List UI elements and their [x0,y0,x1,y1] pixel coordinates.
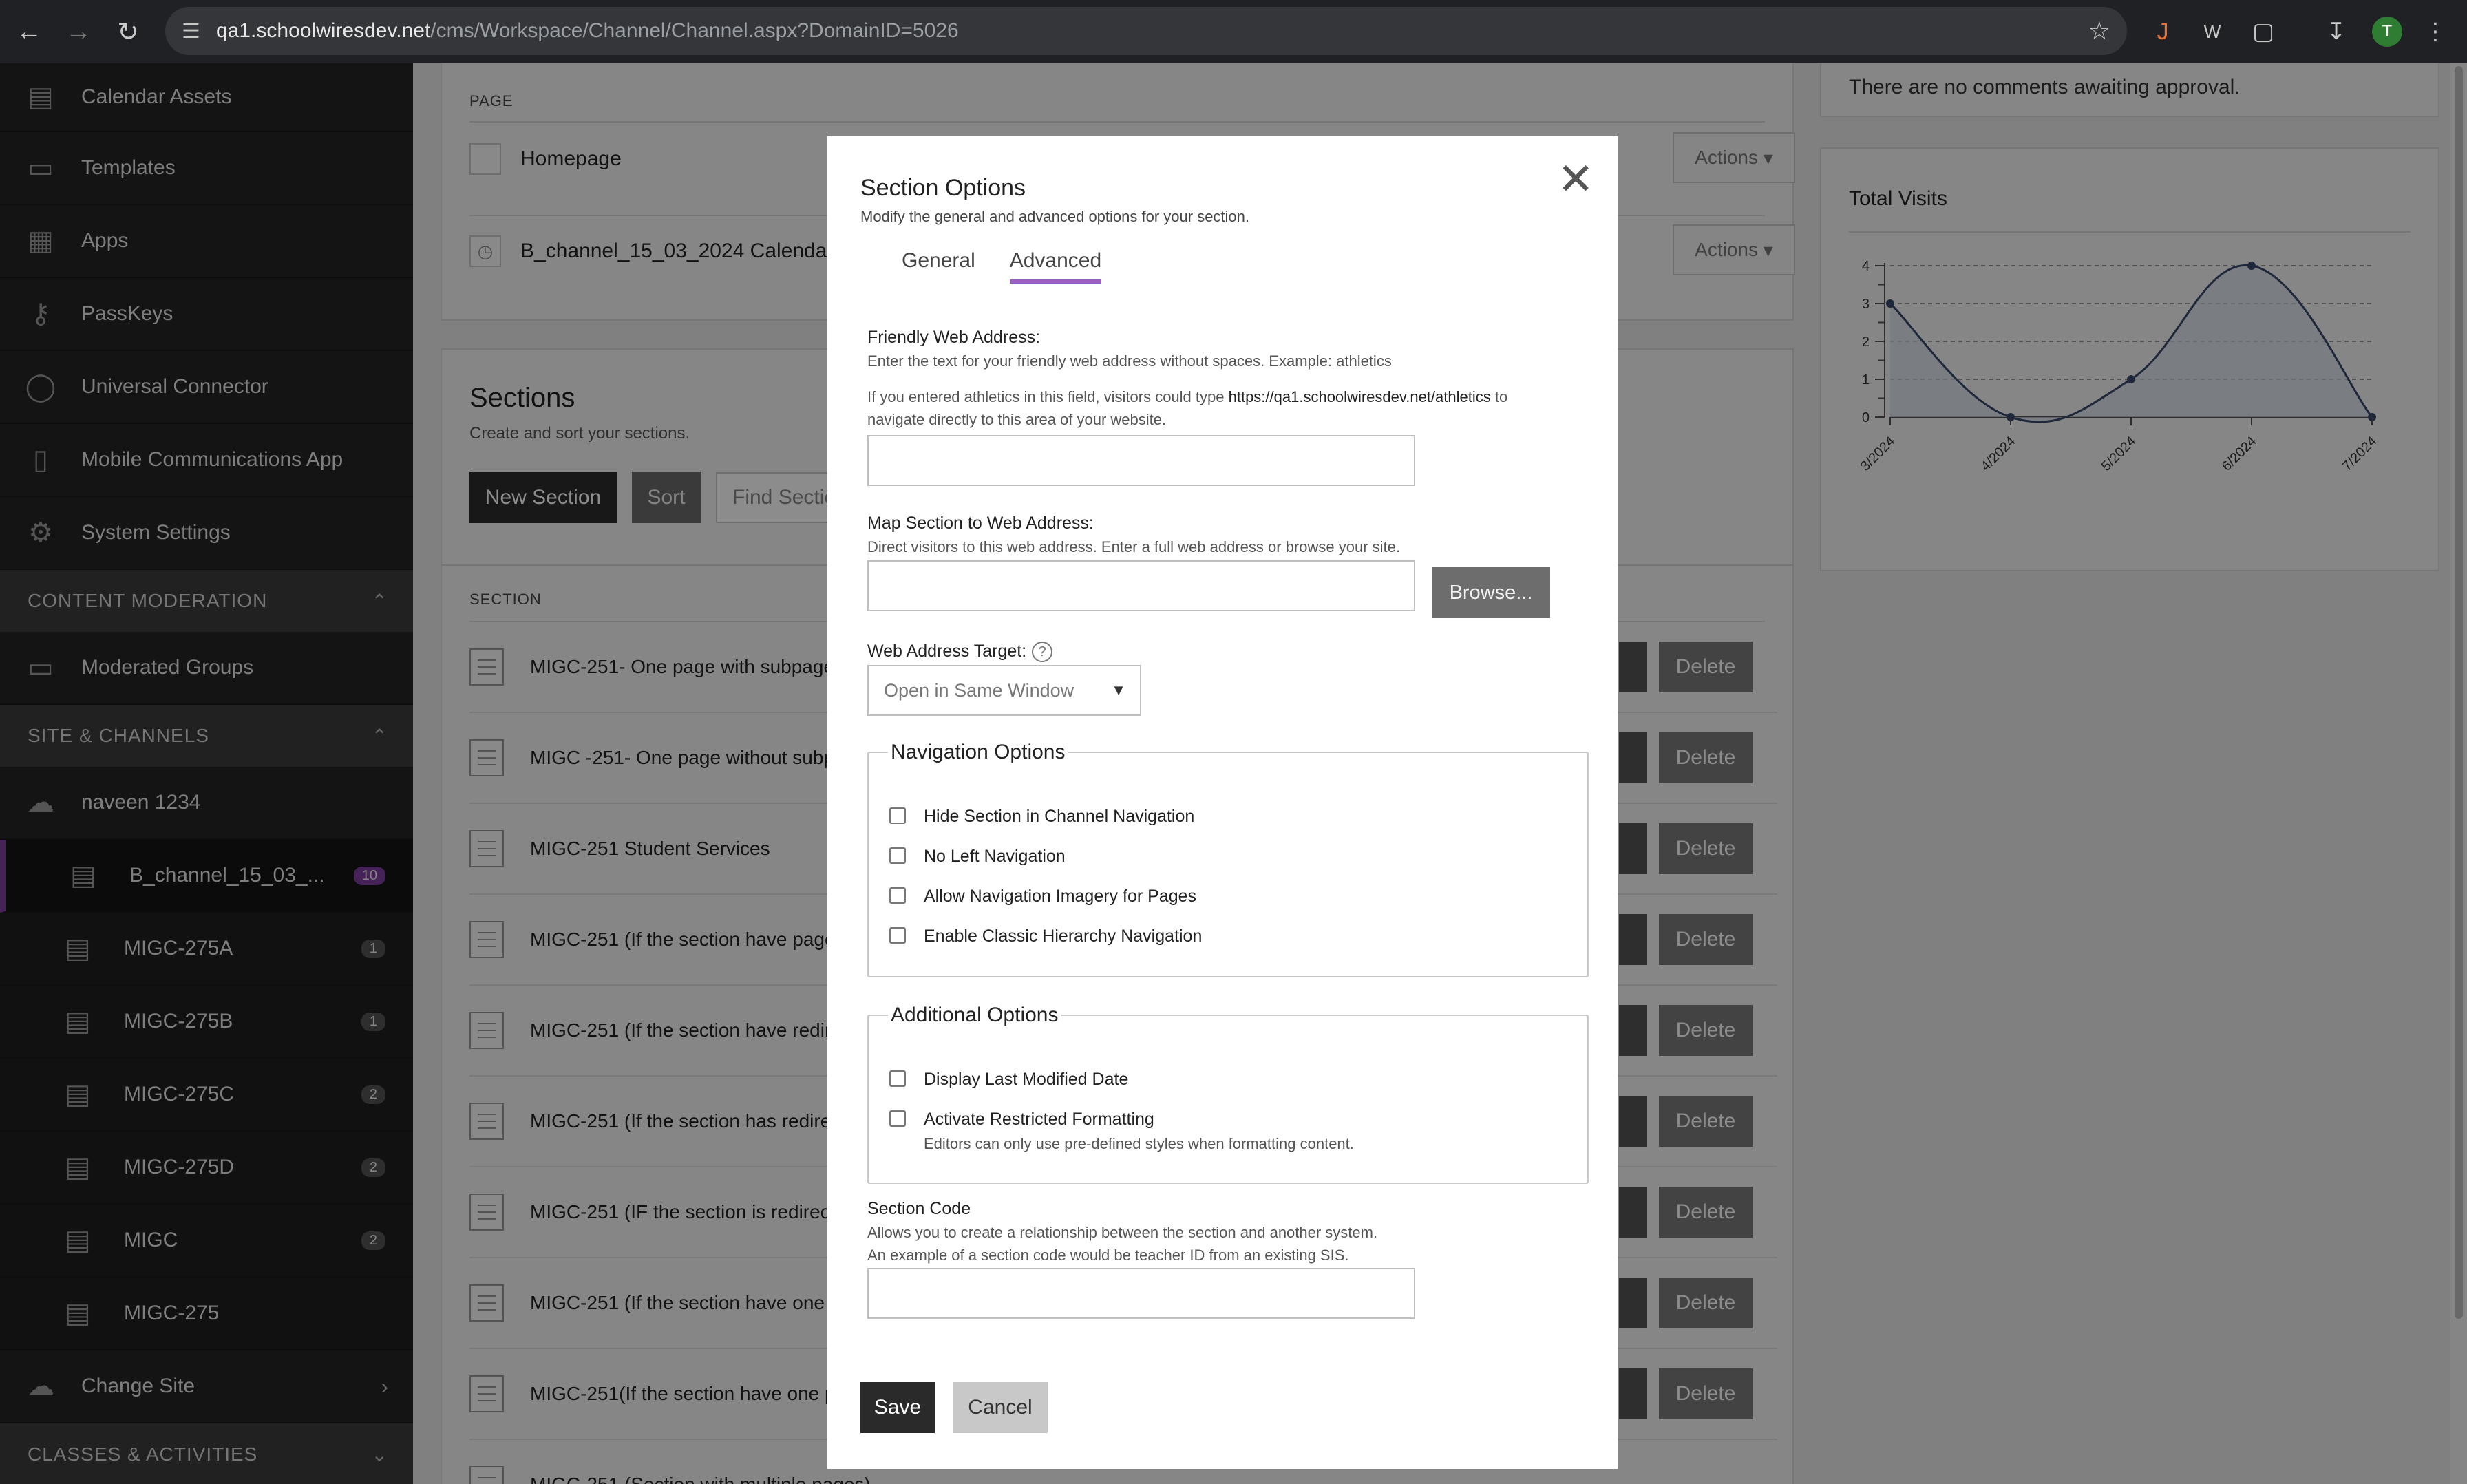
section-options-dialog: ✕ Section Options Modify the general and… [827,136,1618,1469]
back-icon[interactable]: ← [8,11,50,52]
save-button[interactable]: Save [860,1382,935,1433]
site-info-icon[interactable]: ☰ [182,19,216,43]
additional-options-legend: Additional Options [891,1004,1059,1026]
dialog-subtitle: Modify the general and advanced options … [860,208,1250,225]
url-text: qa1.schoolwiresdev.net/cms/Workspace/Cha… [216,19,959,42]
restricted-formatting-option[interactable]: Activate Restricted Formatting Editors ca… [889,1110,1354,1153]
friendly-address-help: Enter the text for your friendly web add… [867,352,1392,370]
classic-hierarchy-option[interactable]: Enable Classic Hierarchy Navigation [889,926,1202,946]
web-address-target-select[interactable]: Open in Same Window ▼ [867,665,1141,716]
tab-general[interactable]: General [902,249,975,284]
section-code-help: Allows you to create a relationship betw… [867,1224,1378,1264]
option-description: Editors can only use pre-defined styles … [924,1135,1354,1152]
last-modified-option[interactable]: Display Last Modified Date [889,1070,1128,1090]
dialog-title: Section Options [860,175,1026,201]
navigation-options-legend: Navigation Options [891,741,1066,763]
section-code-label: Section Code [867,1199,971,1218]
profile-avatar[interactable]: T [2368,12,2406,51]
option-label: Enable Classic Hierarchy Navigation [924,926,1203,946]
additional-options-group: Additional Options Display Last Modified… [867,1004,1589,1184]
help-icon[interactable]: ? [1032,642,1053,663]
nav-imagery-checkbox[interactable] [889,887,906,904]
bookmark-star-icon[interactable]: ☆ [2088,17,2110,45]
friendly-address-input[interactable] [867,435,1415,486]
reload-icon[interactable]: ↻ [107,11,149,52]
caret-down-icon: ▼ [1111,681,1126,699]
map-address-input[interactable] [867,560,1415,611]
browse-button[interactable]: Browse... [1432,567,1550,618]
section-code-input[interactable] [867,1268,1415,1319]
friendly-address-label: Friendly Web Address: [867,328,1041,347]
hide-section-option[interactable]: Hide Section in Channel Navigation [889,807,1194,827]
option-label: Display Last Modified Date [924,1070,1129,1089]
close-icon[interactable]: ✕ [1557,157,1594,201]
option-label: Allow Navigation Imagery for Pages [924,887,1197,906]
extension-j-icon[interactable]: J [2143,12,2182,51]
nav-imagery-option[interactable]: Allow Navigation Imagery for Pages [889,887,1196,907]
download-icon[interactable]: ↧ [2317,12,2355,51]
no-left-nav-checkbox[interactable] [889,847,906,864]
map-address-help: Direct visitors to this web address. Ent… [867,538,1400,555]
restricted-formatting-checkbox[interactable] [889,1110,906,1127]
navigation-options-group: Navigation Options Hide Section in Chann… [867,741,1589,977]
select-value: Open in Same Window [884,679,1074,701]
extension-w-icon[interactable]: W [2193,12,2232,51]
web-address-target-label: Web Address Target:? [867,642,1053,663]
friendly-address-example: If you entered athletics in this field, … [867,388,1508,428]
option-label: No Left Navigation [924,847,1066,866]
last-modified-checkbox[interactable] [889,1070,906,1087]
map-address-label: Map Section to Web Address: [867,513,1094,533]
cancel-button[interactable]: Cancel [953,1382,1048,1433]
hide-section-checkbox[interactable] [889,807,906,824]
option-label: Hide Section in Channel Navigation [924,807,1195,826]
browser-menu-icon[interactable]: ⋮ [2416,12,2455,51]
address-bar[interactable]: ☰ qa1.schoolwiresdev.net/cms/Workspace/C… [165,7,2127,55]
forward-icon[interactable]: → [58,11,99,52]
extensions-puzzle-icon[interactable]: ▢ [2244,12,2283,51]
browser-toolbar: ← → ↻ ☰ qa1.schoolwiresdev.net/cms/Works… [0,0,2467,63]
no-left-nav-option[interactable]: No Left Navigation [889,847,1066,867]
tab-advanced[interactable]: Advanced [1009,249,1102,284]
option-label: Activate Restricted Formatting [924,1110,1154,1129]
classic-hierarchy-checkbox[interactable] [889,927,906,944]
dialog-tabs: General Advanced [902,249,1136,284]
